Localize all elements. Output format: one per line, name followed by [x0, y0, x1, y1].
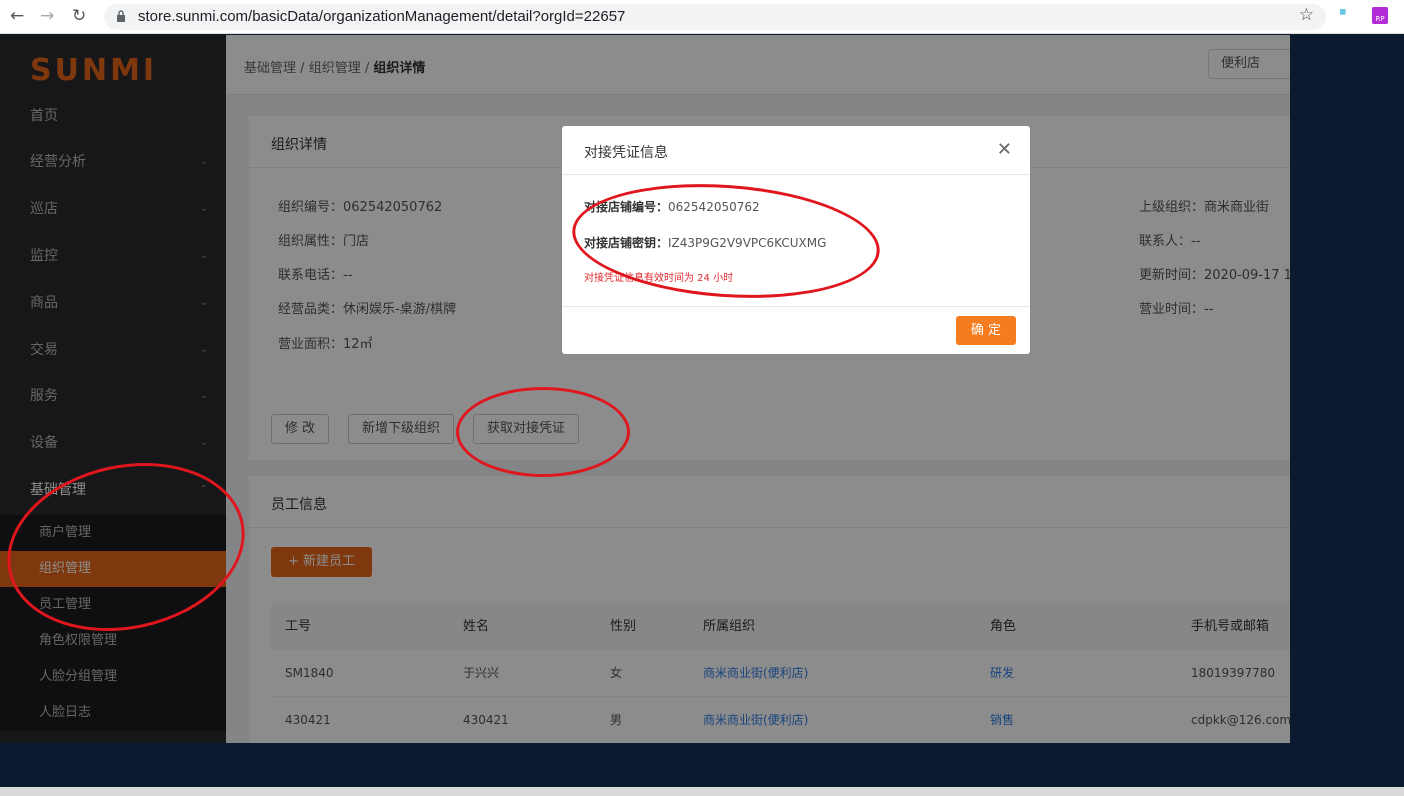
ok-button[interactable]: 确 定 [956, 316, 1016, 345]
bookmark-star-icon[interactable]: ☆ [1299, 5, 1314, 25]
rp-extension-icon[interactable]: RP [1372, 7, 1388, 24]
app-frame: SUNMI 首页 经营分析 ⌄ 巡店 ⌄ 监控 ⌄ 商品 ⌄ 交易 ⌄ 服务 ⌄ 设备 ⌄ 基… [0, 35, 1290, 743]
divider [562, 306, 1030, 307]
forward-icon[interactable]: → [40, 6, 54, 26]
back-icon[interactable]: ← [10, 6, 24, 26]
browser-toolbar: ← → ↻ store.sunmi.com/basicData/organiza… [0, 0, 1404, 34]
modal-title: 对接凭证信息 [584, 145, 668, 161]
lock-icon [117, 10, 125, 22]
url-text: store.sunmi.com/basicData/organizationMa… [138, 8, 626, 25]
divider [562, 174, 1030, 175]
extension-icon[interactable]: ▦ [1340, 8, 1356, 24]
reload-icon[interactable]: ↻ [72, 6, 86, 26]
taskbar-strip [0, 787, 1404, 796]
address-bar[interactable]: store.sunmi.com/basicData/organizationMa… [104, 4, 1326, 30]
annotation-ellipse-button [456, 387, 630, 477]
close-icon[interactable]: ✕ [997, 139, 1012, 160]
